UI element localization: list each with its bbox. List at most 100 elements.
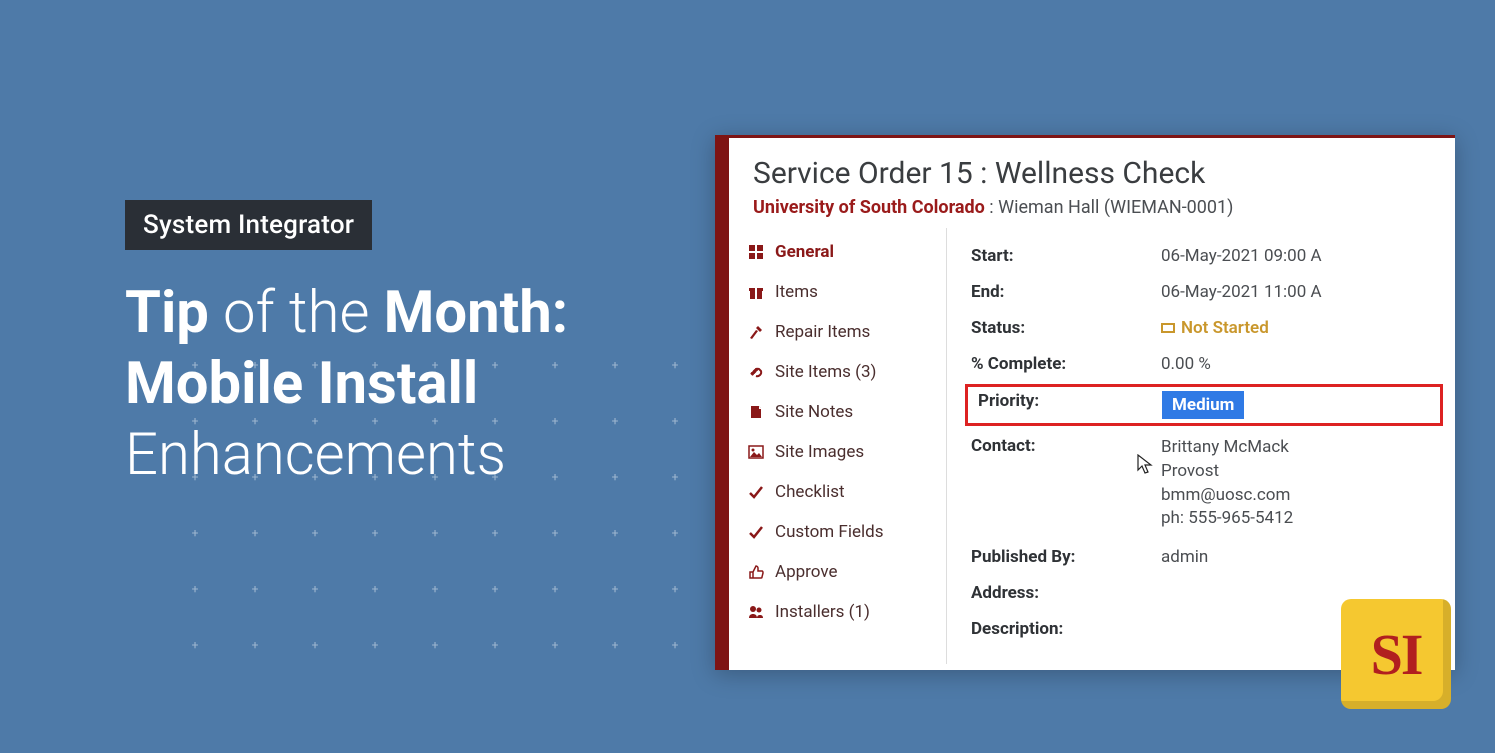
contact-phone: ph: 555-965-5412 [1161,507,1455,531]
plus-icon: + [370,584,380,594]
headline-line-2: Mobile Install [125,349,568,420]
plus-icon: + [190,528,200,538]
sidebar-item-label: Site Images [775,442,864,462]
plus-icon: + [430,640,440,650]
sidebar-item-repair-items[interactable]: Repair Items [729,312,946,352]
plus-icon: + [250,528,260,538]
promo-headline: Tip of the Month: Mobile Install Enhance… [125,278,568,490]
si-logo-text: SI [1371,621,1422,688]
plus-icon: + [310,584,320,594]
label-pct: % Complete: [971,354,1161,374]
sidebar-item-label: Site Items (3) [775,362,876,382]
plus-icon: + [490,584,500,594]
label-published: Published By: [971,547,1161,567]
field-percent-complete: % Complete: 0.00 % [971,346,1455,382]
priority-badge[interactable]: Medium [1162,391,1244,419]
sidebar-item-label: Custom Fields [775,522,883,542]
plus-icon: + [250,640,260,650]
field-priority-highlighted: Priority: Medium [965,384,1443,426]
contact-email: bmm@uosc.com [1161,484,1455,508]
status-badge[interactable]: Not Started [1161,318,1269,338]
field-end: End: 06-May-2021 11:00 A [971,274,1455,310]
headline-word-month: Month: [384,279,568,347]
plus-icon: + [490,528,500,538]
app-body: General Items Repair Items Site Items (3) Si… [729,228,1455,664]
sidebar-item-label: Repair Items [775,322,870,342]
field-status: Status: Not Started [971,310,1455,346]
plus-icon: + [250,584,260,594]
label-address: Address: [971,583,1161,603]
field-start: Start: 06-May-2021 09:00 A [971,238,1455,274]
breadcrumb-separator: : [985,197,998,218]
contact-title: Provost [1161,460,1455,484]
label-status: Status: [971,318,1161,338]
plus-icon: + [370,640,380,650]
value-published: admin [1161,547,1455,567]
label-priority: Priority: [972,391,1162,419]
link-icon [747,363,765,381]
app-header: Service Order 15 : Wellness Check Univer… [729,138,1455,228]
sidebar-item-label: General [775,242,834,262]
sidebar-item-installers-1[interactable]: Installers (1) [729,592,946,632]
plus-icon: + [610,640,620,650]
plus-icon: + [670,472,680,482]
field-published-by: Published By: admin [971,539,1455,575]
field-contact: Contact: Brittany McMack Provost bmm@uos… [971,428,1455,539]
headline-line-3: Enhancements [125,420,568,491]
value-end: 06-May-2021 11:00 A [1161,282,1455,302]
plus-icon: + [670,640,680,650]
sidebar-item-label: Approve [775,562,838,582]
sidebar-item-custom-fields[interactable]: Custom Fields [729,512,946,552]
plus-icon: + [550,584,560,594]
label-start: Start: [971,246,1161,266]
sidebar-item-site-images[interactable]: Site Images [729,432,946,472]
app-screenshot: Service Order 15 : Wellness Check Univer… [715,135,1455,670]
plus-icon: + [310,528,320,538]
plus-icon: + [490,640,500,650]
plus-icon: + [430,528,440,538]
sidebar-item-site-notes[interactable]: Site Notes [729,392,946,432]
plus-icon: + [670,360,680,370]
sidebar-item-label: Site Notes [775,402,853,422]
plus-icon: + [370,528,380,538]
thumb-icon [747,563,765,581]
hammer-icon [747,323,765,341]
plus-icon: + [610,528,620,538]
check-icon [747,523,765,541]
plus-icon: + [550,640,560,650]
plus-icon: + [670,584,680,594]
si-logo: SI [1341,599,1451,709]
status-box-icon [1161,323,1175,333]
plus-icon: + [190,584,200,594]
note-icon [747,403,765,421]
grid-icon [747,243,765,261]
sidebar-item-checklist[interactable]: Checklist [729,472,946,512]
label-contact: Contact: [971,436,1161,531]
plus-icon: + [610,584,620,594]
sidebar: General Items Repair Items Site Items (3) Si… [729,228,947,664]
plus-icon: + [610,360,620,370]
plus-icon: + [550,528,560,538]
promo-graphic: ++++++++++++++++++++++++++++++++++++++++… [0,0,1495,753]
sidebar-item-approve[interactable]: Approve [729,552,946,592]
sidebar-item-general[interactable]: General [729,232,946,272]
site-name: Wieman Hall (WIEMAN-0001) [998,197,1233,218]
users-icon [747,603,765,621]
value-start: 06-May-2021 09:00 A [1161,246,1455,266]
sidebar-item-label: Installers (1) [775,602,870,622]
plus-icon: + [610,472,620,482]
check-icon [747,483,765,501]
label-description: Description: [971,619,1161,639]
sidebar-item-site-items-3[interactable]: Site Items (3) [729,352,946,392]
plus-icon: + [670,416,680,426]
gift-icon [747,283,765,301]
category-badge: System Integrator [125,200,372,250]
sidebar-item-items[interactable]: Items [729,272,946,312]
org-link[interactable]: University of South Colorado [753,197,985,218]
contact-name: Brittany McMack [1161,436,1455,460]
value-contact: Brittany McMack Provost bmm@uosc.com ph:… [1161,436,1455,531]
headline-word-ofthe: of the [209,279,384,347]
plus-icon: + [310,640,320,650]
value-pct: 0.00 % [1161,354,1455,374]
image-icon [747,443,765,461]
